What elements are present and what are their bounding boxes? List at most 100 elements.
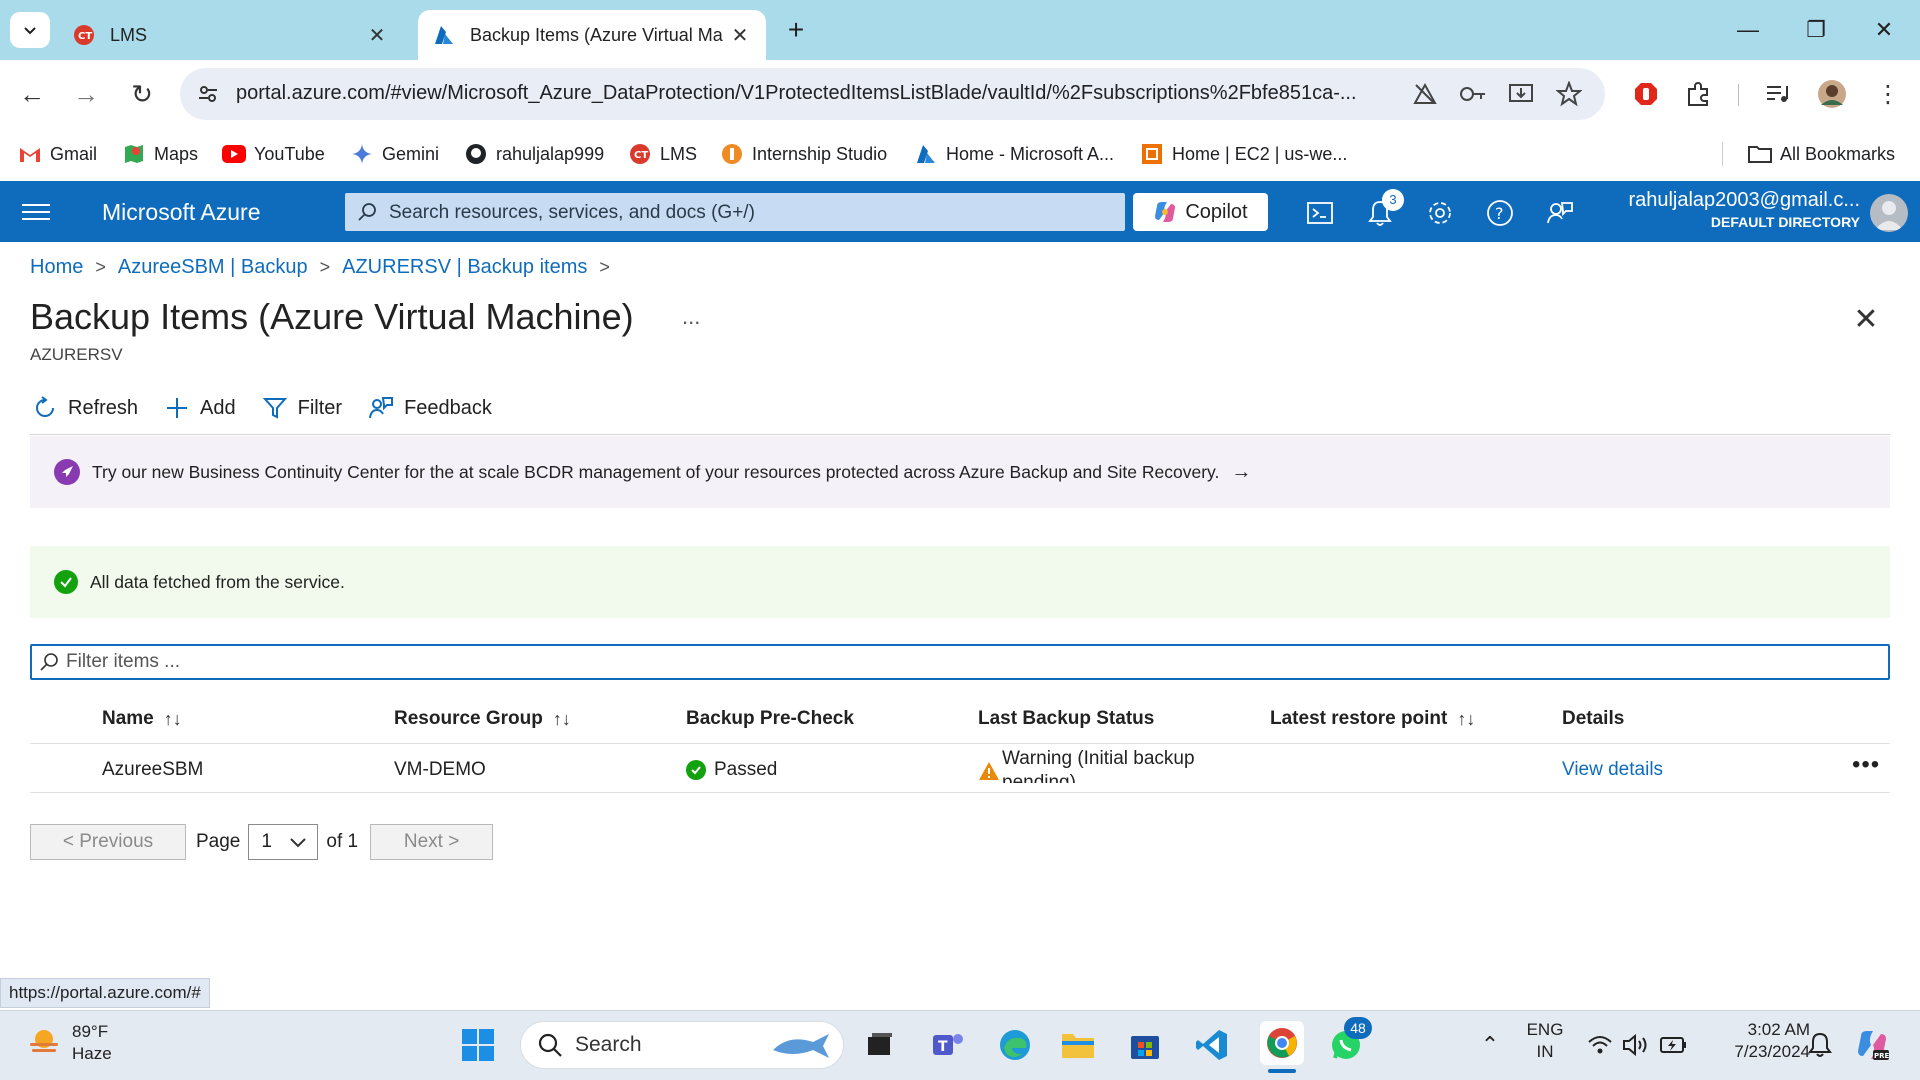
feedback-button[interactable]: Feedback [366, 393, 492, 423]
bookmark-lms[interactable]: CT LMS [628, 140, 697, 168]
account-menu[interactable]: rahuljalap2003@gmail.c... DEFAULT DIRECT… [1628, 189, 1860, 230]
next-page-button[interactable]: Next > [370, 824, 494, 860]
battery-charging-icon[interactable] [1654, 1025, 1694, 1065]
reload-button[interactable]: ↻ [124, 76, 160, 112]
bcc-promo-banner[interactable]: Try our new Business Continuity Center f… [30, 436, 1890, 508]
bookmark-internship-studio[interactable]: Internship Studio [720, 140, 887, 168]
blade-close-button[interactable]: ✕ [1848, 302, 1884, 338]
chrome-taskbar-icon[interactable] [1260, 1021, 1304, 1065]
account-email: rahuljalap2003@gmail.c... [1628, 189, 1860, 211]
browser-tab-strip: CT LMS ✕ Backup Items (Azure Virtual Ma … [0, 0, 1920, 60]
breadcrumb-azurersv-backup-items[interactable]: AZURERSV | Backup items [342, 256, 587, 279]
minimize-button[interactable]: — [1718, 12, 1778, 48]
wifi-icon[interactable] [1580, 1025, 1620, 1065]
copilot-preview-icon[interactable]: PRE [1852, 1025, 1892, 1065]
settings-gear-icon[interactable] [1424, 197, 1456, 229]
tab-search-button[interactable] [10, 12, 50, 48]
view-details-link[interactable]: View details [1562, 759, 1663, 781]
tab-backup-items[interactable]: Backup Items (Azure Virtual Ma ✕ [418, 10, 766, 60]
volume-icon[interactable] [1616, 1025, 1656, 1065]
bookmark-microsoft-azure[interactable]: Home - Microsoft A... [914, 140, 1114, 168]
tab-title: LMS [110, 24, 148, 45]
column-header-resource-group[interactable]: Resource Group ↑↓ [394, 708, 571, 730]
clock-time: 3:02 AM [1747, 1020, 1810, 1039]
feedback-label: Feedback [404, 396, 492, 419]
taskbar-search[interactable]: Search [520, 1021, 844, 1069]
add-label: Add [200, 396, 236, 419]
filter-items-input[interactable] [66, 648, 1846, 676]
column-header-name[interactable]: Name ↑↓ [102, 708, 182, 730]
bookmark-github[interactable]: rahuljalap999 [464, 140, 604, 168]
notification-bell-icon[interactable] [1800, 1025, 1840, 1065]
sort-icon[interactable]: ↑↓ [553, 709, 571, 730]
chevron-down-icon [24, 27, 36, 35]
feedback-icon[interactable] [1544, 197, 1576, 229]
bookmark-maps[interactable]: Maps [122, 140, 198, 168]
page-select[interactable]: 1 [248, 824, 319, 860]
weather-widget[interactable]: 89°F Haze [26, 1021, 112, 1065]
new-tab-button[interactable]: + [780, 14, 812, 46]
close-icon[interactable]: ✕ [365, 23, 389, 48]
profile-avatar[interactable] [1814, 76, 1850, 112]
bookmark-gmail[interactable]: Gmail [18, 140, 97, 168]
sort-icon[interactable]: ↑↓ [1457, 709, 1475, 730]
bookmark-ec2[interactable]: Home | EC2 | us-we... [1140, 140, 1347, 168]
filter-items-box[interactable] [30, 644, 1890, 680]
account-avatar[interactable] [1870, 194, 1908, 232]
file-explorer-icon[interactable] [1058, 1025, 1098, 1065]
edge-browser-icon[interactable] [995, 1025, 1035, 1065]
all-bookmarks-button[interactable]: All Bookmarks [1748, 140, 1895, 168]
filter-funnel-icon [260, 393, 290, 423]
help-icon[interactable]: ? [1484, 197, 1516, 229]
bookmark-star-icon[interactable] [1554, 80, 1584, 108]
whatsapp-unread-badge: 48 [1344, 1017, 1372, 1039]
window-close-button[interactable]: ✕ [1854, 12, 1914, 48]
task-view-icon[interactable] [860, 1025, 900, 1065]
microsoft-store-icon[interactable] [1125, 1025, 1165, 1065]
sort-icon[interactable]: ↑↓ [164, 709, 182, 730]
media-control-icon[interactable] [1760, 76, 1796, 112]
breadcrumb-azuresbm-backup[interactable]: AzureeSBM | Backup [118, 256, 308, 279]
site-info-icon[interactable] [194, 80, 222, 108]
banner-text: Try our new Business Continuity Center f… [92, 461, 1220, 482]
bookmark-gemini[interactable]: Gemini [350, 140, 439, 168]
refresh-label: Refresh [68, 396, 139, 419]
clock[interactable]: 3:02 AM 7/23/2024 [1700, 1019, 1810, 1063]
adblock-extension-icon[interactable] [1628, 76, 1664, 112]
cloud-shell-icon[interactable] [1304, 197, 1336, 229]
copilot-button[interactable]: Copilot [1133, 193, 1268, 231]
forward-button[interactable]: → [68, 76, 104, 112]
tab-lms[interactable]: CT LMS ✕ [58, 10, 403, 60]
filter-button[interactable]: Filter [260, 393, 342, 423]
back-button[interactable]: ← [14, 76, 50, 112]
previous-page-button[interactable]: < Previous [30, 824, 186, 860]
address-bar[interactable]: portal.azure.com/#view/Microsoft_Azure_D… [180, 68, 1605, 120]
arrow-right-icon[interactable]: → [1231, 461, 1251, 484]
breadcrumb-home[interactable]: Home [30, 256, 83, 279]
password-key-icon[interactable] [1458, 80, 1488, 108]
row-more-options-icon[interactable]: ••• [1852, 751, 1880, 779]
table-row[interactable]: AzureeSBM VM-DEMO Passed Warning (Initia… [30, 745, 1890, 793]
windows-start-icon[interactable] [458, 1025, 498, 1065]
extensions-puzzle-icon[interactable] [1680, 76, 1716, 112]
eye-off-icon[interactable] [1410, 80, 1440, 108]
column-header-latest-restore-point[interactable]: Latest restore point ↑↓ [1270, 708, 1475, 730]
input-language[interactable]: ENG IN [1520, 1019, 1570, 1063]
divider [30, 434, 1890, 435]
refresh-button[interactable]: Refresh [30, 393, 138, 423]
azure-brand[interactable]: Microsoft Azure [102, 199, 261, 226]
show-hidden-icons-chevron-icon[interactable]: ⌃ [1470, 1025, 1510, 1065]
more-options-button[interactable]: ... [682, 304, 700, 330]
filter-label: Filter [297, 396, 343, 419]
install-app-icon[interactable] [1506, 80, 1536, 108]
chevron-down-icon [290, 838, 307, 848]
chrome-menu-icon[interactable]: ⋮ [1870, 76, 1906, 112]
global-search-input[interactable]: Search resources, services, and docs (G+… [345, 193, 1125, 231]
portal-menu-button[interactable] [22, 199, 50, 223]
bookmark-youtube[interactable]: YouTube [222, 140, 325, 168]
add-button[interactable]: Add [162, 393, 236, 423]
teams-icon[interactable]: T [928, 1025, 968, 1065]
vscode-icon[interactable] [1192, 1025, 1232, 1065]
restore-button[interactable]: ❐ [1786, 12, 1846, 48]
close-icon[interactable]: ✕ [728, 23, 752, 48]
